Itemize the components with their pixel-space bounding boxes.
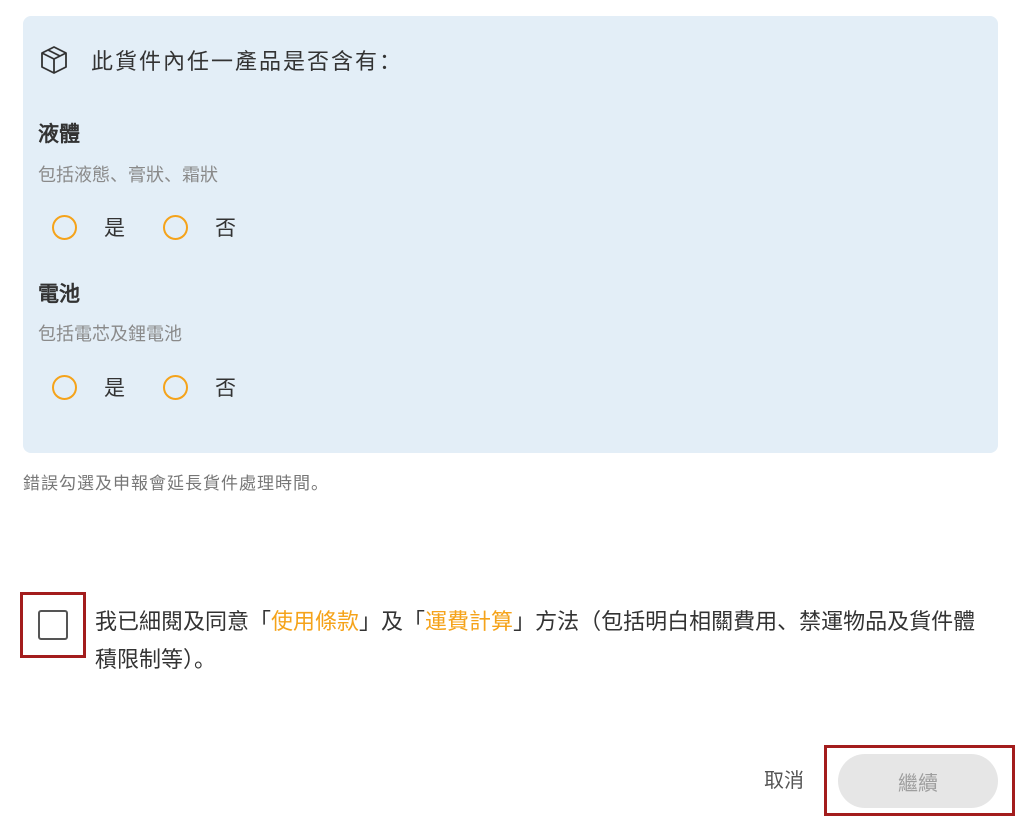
radio-circle[interactable] — [163, 374, 188, 400]
shipment-declaration-page: 此貨件內任一產品是否含有： 液體 包括液態、膏狀、霜狀 是 否 電池 包括電芯及… — [0, 0, 1024, 839]
shipping-fee-link[interactable]: 運費計算 — [425, 610, 513, 635]
section-subtitle-liquid: 包括液態、膏狀、霜狀 — [38, 165, 218, 186]
radio-label: 否 — [215, 216, 236, 240]
agreement-text-before: 我已細閱及同意「 — [95, 610, 272, 635]
question-header: 此貨件內任一產品是否含有： — [37, 44, 403, 76]
terms-of-use-link[interactable]: 使用條款 — [271, 610, 359, 635]
box-icon — [37, 43, 71, 77]
radio-liquid-no[interactable]: 否 — [163, 212, 236, 242]
radio-label: 否 — [215, 376, 236, 400]
warning-note: 錯誤勾選及申報會延長貨件處理時間。 — [23, 474, 329, 494]
agreement-checkbox[interactable] — [38, 610, 68, 640]
radio-label: 是 — [104, 376, 125, 400]
agreement-checkbox-highlight — [20, 592, 86, 658]
agreement-text-middle: 」及「 — [359, 610, 426, 635]
radio-group-battery: 是 否 — [52, 372, 236, 402]
radio-battery-yes[interactable]: 是 — [52, 372, 125, 402]
radio-label: 是 — [104, 216, 125, 240]
radio-liquid-yes[interactable]: 是 — [52, 212, 125, 242]
radio-circle[interactable] — [52, 374, 77, 400]
radio-circle[interactable] — [163, 214, 188, 240]
question-text: 此貨件內任一產品是否含有： — [91, 50, 404, 75]
radio-battery-no[interactable]: 否 — [163, 372, 236, 402]
continue-button[interactable]: 繼續 — [838, 754, 998, 808]
radio-group-liquid: 是 否 — [52, 212, 236, 242]
radio-circle[interactable] — [52, 214, 77, 240]
section-subtitle-battery: 包括電芯及鋰電池 — [38, 324, 182, 345]
cancel-button[interactable]: 取消 — [764, 764, 804, 793]
section-title-liquid: 液體 — [38, 122, 80, 146]
section-title-battery: 電池 — [38, 282, 80, 306]
agreement-text: 我已細閱及同意「使用條款」及「運費計算」方法（包括明白相關費用、禁運物品及貨件體… — [95, 604, 995, 680]
